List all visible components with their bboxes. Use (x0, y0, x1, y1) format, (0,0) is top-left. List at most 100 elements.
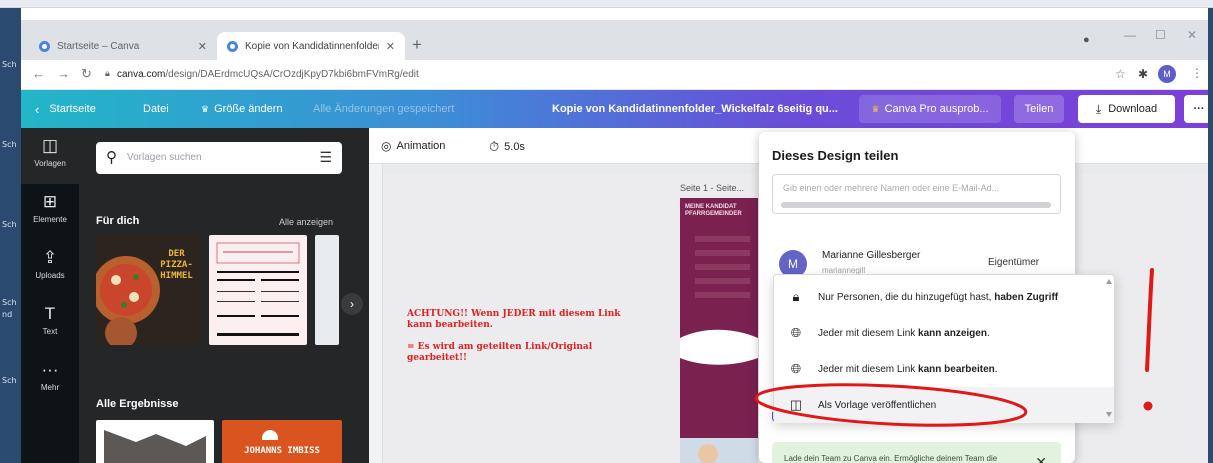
option-label: Jeder mit diesem Link kann anzeigen. (818, 327, 990, 339)
desktop-label: Sch (2, 60, 17, 69)
share-button[interactable]: Teilen (1014, 95, 1064, 123)
tab-startseite[interactable]: Startseite – Canva ✕ (29, 32, 217, 60)
dialog-title: Dieses Design teilen (772, 148, 899, 163)
text-icon: T (44, 304, 56, 323)
desktop-label: Sch (2, 220, 17, 229)
save-status: Alle Änderungen gespeichert (313, 103, 455, 115)
maximize-icon[interactable]: ☐ (1155, 28, 1166, 42)
document-page[interactable]: MEINE KANDIDAT PFARRGEMEINDER (680, 198, 758, 463)
url-field[interactable]: canva.com/design/DAErdmcUQsA/CrOzdjKpyD7… (117, 69, 419, 80)
pro-label: Canva Pro ausprob... (884, 103, 989, 115)
canva-pro-trial-button[interactable]: ♛ Canva Pro ausprob... (859, 95, 1001, 123)
profile-avatar[interactable]: M (1158, 65, 1176, 83)
globe-icon: 🌐︎ (790, 325, 802, 340)
team-invite-banner: Lade dein Team zu Canva ein. Ermögliche … (772, 442, 1061, 463)
option-publish-as-template[interactable]: ◫ Als Vorlage veröffentlichen (774, 387, 1114, 423)
option-label: Als Vorlage veröffentlichen (818, 399, 937, 411)
see-all-link[interactable]: Alle anzeigen (279, 217, 333, 227)
template-icon: ◫ (41, 136, 59, 155)
document-page-art (680, 236, 758, 463)
close-tab-icon[interactable]: ✕ (198, 40, 207, 53)
filter-icon[interactable]: ☰ (319, 149, 332, 166)
search-placeholder: Vorlagen suchen (127, 152, 202, 163)
template-search-input[interactable]: ⚲ Vorlagen suchen ☰ (96, 142, 342, 174)
lock-icon: 🔒︎ (105, 68, 110, 78)
minimize-icon[interactable]: — (1124, 28, 1136, 42)
desktop-label: Sch (2, 376, 17, 385)
template-icon: ◫ (789, 397, 803, 412)
rail-item-text[interactable]: T Text (21, 296, 79, 352)
file-menu[interactable]: Datei (143, 90, 169, 128)
option-label: Jeder mit diesem Link kann bearbeiten. (818, 363, 998, 375)
template-thumbnail-menu[interactable] (209, 235, 307, 345)
rail-item-vorlagen[interactable]: ◫ Vorlagen (21, 128, 79, 184)
animation-icon: ◎ (381, 139, 392, 153)
star-icon[interactable]: ☆ (1115, 67, 1126, 81)
template-thumbnail-johanns[interactable]: JOHANNS IMBISS (222, 420, 342, 463)
document-title[interactable]: Kopie von Kandidatinnenfolder_Wickelfalz… (552, 90, 838, 128)
desktop-top-strip (0, 0, 1213, 8)
option-label: Nur Personen, die du hinzugefügt hast, h… (818, 291, 1059, 303)
option-only-added-people[interactable]: 🔒︎ Nur Personen, die du hinzugefügt hast… (774, 279, 1114, 315)
result-template-image (104, 430, 206, 463)
rail-label: Uploads (35, 271, 65, 280)
back-arrow-icon[interactable]: ← (32, 66, 45, 81)
rail-label: Vorlagen (34, 159, 66, 168)
canva-favicon-icon (227, 40, 238, 52)
template-thumbnail-partial[interactable] (315, 235, 339, 345)
carousel-next-button[interactable]: › (341, 293, 363, 315)
forward-arrow-icon[interactable]: → (57, 66, 70, 81)
search-icon: ⚲ (106, 149, 117, 166)
screenshot-root: Sch Sch Sch Sch nd Sch Startseite – Canv… (0, 0, 1213, 463)
browser-menu-icon[interactable]: ⋮ (1191, 66, 1203, 80)
upload-icon: ⇪ (42, 248, 58, 267)
desktop-left-edge: Sch Sch Sch Sch nd Sch (0, 8, 21, 463)
home-back-button[interactable]: ‹ Startseite (35, 90, 96, 128)
rail-item-uploads[interactable]: ⇪ Uploads (21, 240, 79, 296)
resize-button[interactable]: ♛ Größe ändern (201, 90, 283, 128)
rail-label: Text (42, 327, 58, 336)
team-invite-text: Lade dein Team zu Canva ein. Ermögliche … (784, 454, 998, 463)
lock-icon: 🔒︎ (792, 289, 800, 304)
page-label: Seite 1 - Seite... (680, 183, 745, 193)
option-anyone-can-view[interactable]: 🌐︎ Jeder mit diesem Link kann anzeigen. (774, 315, 1114, 351)
account-circle-icon[interactable]: ● (1083, 34, 1090, 46)
animation-button[interactable]: ◎ Animation (381, 139, 445, 153)
burger-icon (262, 430, 278, 440)
chevron-left-icon: ‹ (35, 101, 40, 117)
invite-input[interactable]: Gib einen oder mehrere Namen oder eine E… (772, 174, 1061, 214)
option-anyone-can-edit[interactable]: 🌐︎ Jeder mit diesem Link kann bearbeiten… (774, 351, 1114, 387)
download-icon: ⤓ (1095, 101, 1102, 116)
more-options-button[interactable]: ··· (1184, 95, 1208, 123)
tab-kopie[interactable]: Kopie von Kandidatinnenfolder_ ✕ (217, 32, 405, 60)
url-path: /design/DAErdmcUQsA/CrOzdjKpyD7kbi6bmFVm… (165, 69, 419, 80)
template-thumbnail-pizza[interactable]: DER PIZZA-HIMMEL (96, 235, 201, 345)
tab-title: Kopie von Kandidatinnenfolder_ (245, 40, 379, 52)
rail-item-elemente[interactable]: ⊞ Elemente (21, 184, 79, 240)
input-scrollbar[interactable] (781, 202, 1051, 208)
url-host: canva.com (117, 69, 166, 80)
extensions-icon[interactable]: ✱ (1138, 67, 1148, 81)
dropdown-scrollbar[interactable] (1106, 279, 1112, 417)
link-access-dropdown: 🔒︎ Nur Personen, die du hinzugefügt hast… (773, 274, 1115, 423)
canva-favicon-icon (39, 40, 50, 52)
globe-icon: 🌐︎ (790, 361, 802, 376)
new-tab-button[interactable]: + (412, 35, 422, 55)
rail-item-mehr[interactable]: ··· Mehr (21, 352, 79, 408)
vertical-ruler (369, 164, 383, 463)
crown-icon: ♛ (871, 103, 880, 114)
browser-window: Startseite – Canva ✕ Kopie von Kandidati… (21, 20, 1208, 463)
desktop-label: nd (2, 310, 13, 319)
elements-icon: ⊞ (42, 192, 58, 211)
close-icon[interactable]: ✕ (1035, 454, 1047, 463)
close-tab-icon[interactable]: ✕ (386, 40, 395, 53)
annotation-note-warning: ACHTUNG!! Wenn JEDER mit diesem Link kan… (407, 309, 621, 330)
download-button[interactable]: ⤓ Download (1078, 95, 1175, 123)
tab-title: Startseite – Canva (57, 40, 140, 52)
template-thumbnail-result-1[interactable] (96, 420, 214, 463)
address-bar: ← → ↻ 🔒︎ canva.com/design/DAErdmcUQsA/Cr… (21, 60, 1208, 90)
rail-label: Elemente (33, 215, 67, 224)
reload-icon[interactable]: ↻ (81, 66, 92, 82)
close-window-icon[interactable]: ✕ (1187, 28, 1197, 42)
duration-button[interactable]: ⏱︎ 5.0s (489, 139, 525, 155)
